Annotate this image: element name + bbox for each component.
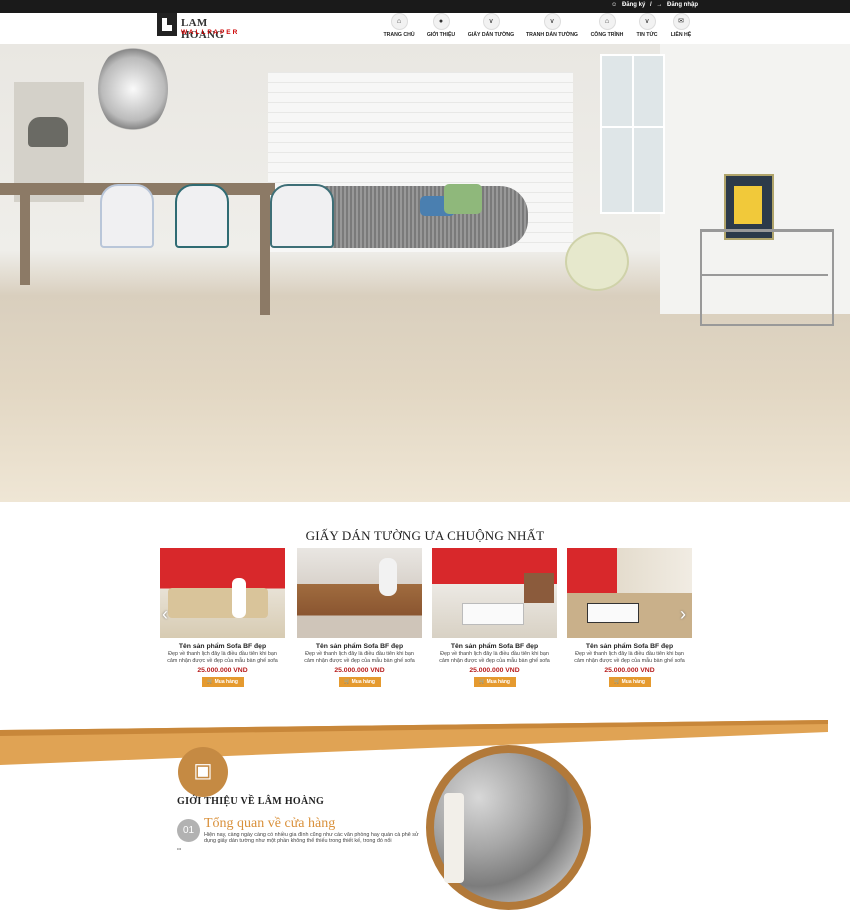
buy-label: Mua hàng — [351, 679, 375, 685]
featured-title: GIẤY DÁN TƯỜNG ƯA CHUỘNG NHẤT — [305, 528, 545, 543]
product-price: 25.000.000 VND — [197, 667, 248, 674]
hero-banner — [0, 44, 850, 502]
product-image[interactable] — [432, 548, 557, 638]
about-image — [426, 745, 591, 910]
buy-button[interactable]: 🛒 Mua hàng — [608, 677, 651, 687]
table-leg — [260, 195, 270, 315]
product-image[interactable] — [160, 548, 285, 638]
logo-mark — [157, 13, 177, 36]
register-link[interactable]: Đăng ký — [622, 2, 645, 8]
product-price: 25.000.000 VND — [604, 667, 655, 674]
nav-wall-art[interactable]: ∨ TRANH DÁN TƯỜNG — [525, 13, 579, 38]
product-desc: Đẹp về thanh lịch đây là điều đầu tiên k… — [304, 651, 415, 664]
chevron-down-icon: ∨ — [638, 13, 656, 30]
product-name[interactable]: Tên sản phẩm Sofa BF đẹp — [297, 643, 422, 650]
serving-cart — [700, 229, 834, 326]
carousel-prev-arrow[interactable]: ‹ — [162, 604, 168, 625]
cart-icon: 🛒 — [614, 679, 621, 685]
product-name[interactable]: Tên sản phẩm Sofa BF đẹp — [432, 643, 557, 650]
contact-book-icon: ▣ — [178, 747, 228, 797]
product-card[interactable]: Tên sản phẩm Sofa BF đẹp Đẹp về thanh lị… — [432, 548, 557, 687]
logo-sub: WALLPAPER — [181, 29, 240, 36]
chair — [100, 184, 154, 248]
step-number: 01 — [177, 819, 200, 842]
carousel-next-arrow[interactable]: › — [680, 604, 686, 625]
home-icon: ⌂ — [390, 13, 408, 30]
chandelier — [98, 44, 168, 134]
cart-icon: 🛒 — [344, 679, 351, 685]
product-name[interactable]: Tên sản phẩm Sofa BF đẹp — [160, 643, 285, 650]
product-desc: Đẹp về thanh lịch đây là điều đầu tiên k… — [167, 651, 278, 664]
product-price: 25.000.000 VND — [334, 667, 385, 674]
chevron-down-icon: ∨ — [543, 13, 561, 30]
step-title[interactable]: Tổng quan về cửa hàng — [204, 816, 335, 832]
product-card[interactable]: Tên sản phẩm Sofa BF đẹp Đẹp về thanh lị… — [567, 548, 692, 687]
product-desc: Đẹp về thanh lịch đây là điều đầu tiên k… — [574, 651, 685, 664]
buy-label: Mua hàng — [486, 679, 510, 685]
product-desc: Đẹp về thanh lịch đây là điều đầu tiên k… — [439, 651, 550, 664]
product-card[interactable]: Tên sản phẩm Sofa BF đẹp Đẹp về thanh lị… — [160, 548, 285, 687]
product-carousel: Tên sản phẩm Sofa BF đẹp Đẹp về thanh lị… — [160, 548, 695, 698]
decorative-band — [0, 720, 828, 765]
nav-news[interactable]: ∨ TIN TỨC — [634, 13, 660, 38]
chair — [175, 184, 229, 248]
product-image[interactable] — [567, 548, 692, 638]
chevron-down-icon: ∨ — [482, 13, 500, 30]
buy-button[interactable]: 🛒 Mua hàng — [473, 677, 516, 687]
chair — [270, 184, 334, 248]
product-image[interactable] — [297, 548, 422, 638]
cart-icon: 🛒 — [479, 679, 486, 685]
nav-contact[interactable]: ✉ LIÊN HỆ — [668, 13, 694, 38]
table-leg — [20, 195, 30, 285]
product-price: 25.000.000 VND — [469, 667, 520, 674]
product-name[interactable]: Tên sản phẩm Sofa BF đẹp — [567, 643, 692, 650]
product-card[interactable]: Tên sản phẩm Sofa BF đẹp Đẹp về thanh lị… — [297, 548, 422, 687]
login-icon: → — [656, 2, 663, 8]
login-link[interactable]: Đăng nhập — [667, 2, 698, 8]
buy-button[interactable]: 🛒 Mua hàng — [338, 677, 381, 687]
site-header: LAM HOANG WALLPAPER ⌂ TRANG CHỦ ● GIỚI T… — [0, 13, 850, 44]
separator: / — [649, 2, 652, 8]
window — [600, 54, 665, 214]
nav-home[interactable]: ⌂ TRANG CHỦ — [380, 13, 418, 38]
nav-wallpaper[interactable]: ∨ GIẤY DÁN TƯỜNG — [466, 13, 516, 38]
buy-label: Mua hàng — [214, 679, 238, 685]
buy-label: Mua hàng — [621, 679, 645, 685]
floor-lamp — [565, 232, 629, 291]
nav-projects[interactable]: ⌂ CÔNG TRÌNH — [588, 13, 626, 38]
user-plus-icon: ☺ — [611, 2, 618, 8]
green-pillow — [444, 184, 482, 214]
about-title: GIỚI THIỆU VỀ LÂM HOÀNG — [177, 796, 325, 807]
cart-icon: 🛒 — [207, 679, 214, 685]
bank-icon: ⌂ — [598, 13, 616, 30]
nav-about[interactable]: ● GIỚI THIỆU — [424, 13, 458, 38]
logo[interactable]: LAM HOANG WALLPAPER — [157, 13, 247, 41]
buy-button[interactable]: 🛒 Mua hàng — [201, 677, 244, 687]
step-desc: Hiện nay, càng ngày càng có nhiều gia đì… — [204, 832, 419, 844]
top-bar: ☺ Đăng ký / → Đăng nhập — [0, 0, 850, 13]
account-links: ☺ Đăng ký / → Đăng nhập — [608, 2, 698, 8]
more-dots: ••• — [177, 846, 182, 851]
envelope-icon: ✉ — [672, 13, 690, 30]
user-icon: ● — [432, 13, 450, 30]
